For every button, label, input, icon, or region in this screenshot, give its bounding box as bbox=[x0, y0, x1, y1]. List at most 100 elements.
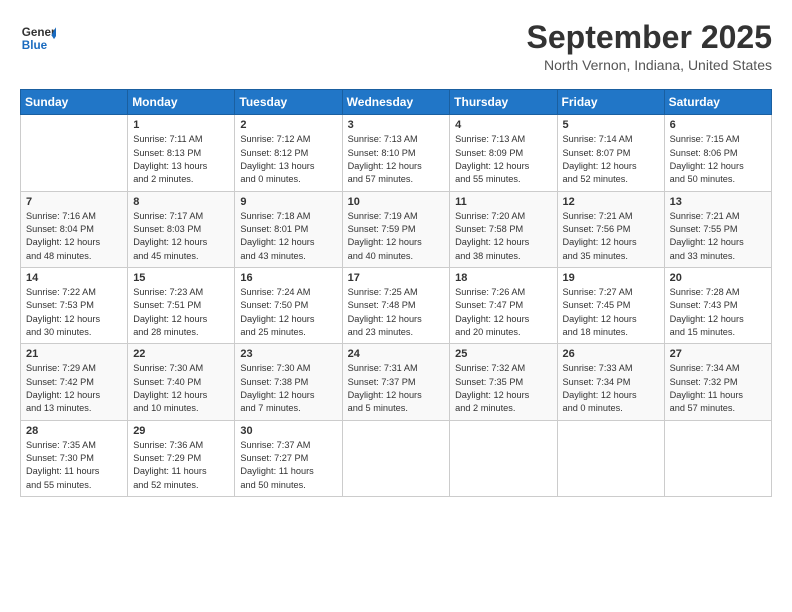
calendar-cell bbox=[450, 420, 557, 496]
calendar-cell: 4 Sunrise: 7:13 AMSunset: 8:09 PMDaylight… bbox=[450, 115, 557, 191]
day-number: 4 bbox=[455, 119, 551, 131]
day-number: 6 bbox=[670, 119, 766, 131]
day-info: Sunrise: 7:36 AMSunset: 7:29 PMDaylight:… bbox=[133, 439, 229, 492]
calendar-header-wednesday: Wednesday bbox=[342, 90, 450, 115]
calendar-cell: 12 Sunrise: 7:21 AMSunset: 7:56 PMDayligh… bbox=[557, 191, 664, 267]
calendar-header-sunday: Sunday bbox=[21, 90, 128, 115]
day-info: Sunrise: 7:25 AMSunset: 7:48 PMDaylight:… bbox=[348, 286, 445, 339]
svg-text:Blue: Blue bbox=[22, 39, 48, 52]
calendar-week-1: 1 Sunrise: 7:11 AMSunset: 8:13 PMDaylight… bbox=[21, 115, 772, 191]
day-info: Sunrise: 7:35 AMSunset: 7:30 PMDaylight:… bbox=[26, 439, 122, 492]
calendar-cell: 19Sunrise: 7:27 AMSunset: 7:45 PMDayligh… bbox=[557, 267, 664, 343]
title-block: September 2025 North Vernon, Indiana, Un… bbox=[527, 20, 772, 73]
day-info: Sunrise: 7:14 AMSunset: 8:07 PMDaylight:… bbox=[563, 133, 659, 186]
calendar-cell: 20Sunrise: 7:28 AMSunset: 7:43 PMDayligh… bbox=[664, 267, 771, 343]
day-info: Sunrise: 7:32 AMSunset: 7:35 PMDaylight:… bbox=[455, 362, 551, 415]
day-info: Sunrise: 7:28 AMSunset: 7:43 PMDaylight:… bbox=[670, 286, 766, 339]
day-info: Sunrise: 7:20 AMSunset: 7:58 PMDaylight:… bbox=[455, 210, 551, 263]
day-info: Sunrise: 7:30 AMSunset: 7:38 PMDaylight:… bbox=[240, 362, 336, 415]
calendar-header-saturday: Saturday bbox=[664, 90, 771, 115]
calendar-cell: 24Sunrise: 7:31 AMSunset: 7:37 PMDayligh… bbox=[342, 344, 450, 420]
calendar-week-2: 7Sunrise: 7:16 AMSunset: 8:04 PMDaylight… bbox=[21, 191, 772, 267]
day-info: Sunrise: 7:13 AMSunset: 8:10 PMDaylight:… bbox=[348, 133, 445, 186]
calendar-header-monday: Monday bbox=[128, 90, 235, 115]
day-number: 9 bbox=[240, 196, 336, 208]
day-number: 18 bbox=[455, 272, 551, 284]
calendar-cell: 6 Sunrise: 7:15 AMSunset: 8:06 PMDaylight… bbox=[664, 115, 771, 191]
day-info: Sunrise: 7:11 AMSunset: 8:13 PMDaylight:… bbox=[133, 133, 229, 186]
day-info: Sunrise: 7:21 AMSunset: 7:55 PMDaylight:… bbox=[670, 210, 766, 263]
calendar-cell: 25Sunrise: 7:32 AMSunset: 7:35 PMDayligh… bbox=[450, 344, 557, 420]
day-info: Sunrise: 7:22 AMSunset: 7:53 PMDaylight:… bbox=[26, 286, 122, 339]
calendar-header-thursday: Thursday bbox=[450, 90, 557, 115]
calendar-week-4: 21Sunrise: 7:29 AMSunset: 7:42 PMDayligh… bbox=[21, 344, 772, 420]
day-number: 10 bbox=[348, 196, 445, 208]
day-number: 12 bbox=[563, 196, 659, 208]
calendar-header-row: SundayMondayTuesdayWednesdayThursdayFrid… bbox=[21, 90, 772, 115]
day-info: Sunrise: 7:18 AMSunset: 8:01 PMDaylight:… bbox=[240, 210, 336, 263]
calendar-week-5: 28 Sunrise: 7:35 AMSunset: 7:30 PMDayligh… bbox=[21, 420, 772, 496]
day-number: 2 bbox=[240, 119, 336, 131]
day-number: 22 bbox=[133, 348, 229, 360]
calendar-cell: 15 Sunrise: 7:23 AMSunset: 7:51 PMDayligh… bbox=[128, 267, 235, 343]
day-number: 28 bbox=[26, 425, 122, 437]
calendar-cell: 2 Sunrise: 7:12 AMSunset: 8:12 PMDaylight… bbox=[235, 115, 342, 191]
day-number: 21 bbox=[26, 348, 122, 360]
day-number: 14 bbox=[26, 272, 122, 284]
day-number: 5 bbox=[563, 119, 659, 131]
day-info: Sunrise: 7:30 AMSunset: 7:40 PMDaylight:… bbox=[133, 362, 229, 415]
day-info: Sunrise: 7:17 AMSunset: 8:03 PMDaylight:… bbox=[133, 210, 229, 263]
calendar-cell: 11 Sunrise: 7:20 AMSunset: 7:58 PMDayligh… bbox=[450, 191, 557, 267]
calendar-cell: 14 Sunrise: 7:22 AMSunset: 7:53 PMDayligh… bbox=[21, 267, 128, 343]
calendar-cell: 21Sunrise: 7:29 AMSunset: 7:42 PMDayligh… bbox=[21, 344, 128, 420]
day-info: Sunrise: 7:33 AMSunset: 7:34 PMDaylight:… bbox=[563, 362, 659, 415]
svg-text:General: General bbox=[22, 26, 56, 39]
calendar-table: SundayMondayTuesdayWednesdayThursdayFrid… bbox=[20, 89, 772, 497]
day-info: Sunrise: 7:12 AMSunset: 8:12 PMDaylight:… bbox=[240, 133, 336, 186]
day-info: Sunrise: 7:13 AMSunset: 8:09 PMDaylight:… bbox=[455, 133, 551, 186]
calendar-cell: 30Sunrise: 7:37 AMSunset: 7:27 PMDayligh… bbox=[235, 420, 342, 496]
day-number: 11 bbox=[455, 196, 551, 208]
day-number: 27 bbox=[670, 348, 766, 360]
day-info: Sunrise: 7:24 AMSunset: 7:50 PMDaylight:… bbox=[240, 286, 336, 339]
calendar-cell: 3 Sunrise: 7:13 AMSunset: 8:10 PMDaylight… bbox=[342, 115, 450, 191]
day-number: 3 bbox=[348, 119, 445, 131]
calendar-header-friday: Friday bbox=[557, 90, 664, 115]
day-info: Sunrise: 7:37 AMSunset: 7:27 PMDaylight:… bbox=[240, 439, 336, 492]
calendar-cell: 13Sunrise: 7:21 AMSunset: 7:55 PMDayligh… bbox=[664, 191, 771, 267]
day-info: Sunrise: 7:31 AMSunset: 7:37 PMDaylight:… bbox=[348, 362, 445, 415]
calendar-cell: 16 Sunrise: 7:24 AMSunset: 7:50 PMDayligh… bbox=[235, 267, 342, 343]
calendar-cell: 10 Sunrise: 7:19 AMSunset: 7:59 PMDayligh… bbox=[342, 191, 450, 267]
day-number: 26 bbox=[563, 348, 659, 360]
day-info: Sunrise: 7:15 AMSunset: 8:06 PMDaylight:… bbox=[670, 133, 766, 186]
day-number: 15 bbox=[133, 272, 229, 284]
day-info: Sunrise: 7:34 AMSunset: 7:32 PMDaylight:… bbox=[670, 362, 766, 415]
calendar-cell: 5 Sunrise: 7:14 AMSunset: 8:07 PMDaylight… bbox=[557, 115, 664, 191]
calendar-cell bbox=[664, 420, 771, 496]
calendar-cell: 17 Sunrise: 7:25 AMSunset: 7:48 PMDayligh… bbox=[342, 267, 450, 343]
day-info: Sunrise: 7:16 AMSunset: 8:04 PMDaylight:… bbox=[26, 210, 122, 263]
calendar-week-3: 14 Sunrise: 7:22 AMSunset: 7:53 PMDayligh… bbox=[21, 267, 772, 343]
location-title: North Vernon, Indiana, United States bbox=[527, 57, 772, 73]
logo: General Blue bbox=[20, 20, 56, 56]
calendar-cell: 28 Sunrise: 7:35 AMSunset: 7:30 PMDayligh… bbox=[21, 420, 128, 496]
day-number: 16 bbox=[240, 272, 336, 284]
day-number: 1 bbox=[133, 119, 229, 131]
day-info: Sunrise: 7:19 AMSunset: 7:59 PMDaylight:… bbox=[348, 210, 445, 263]
calendar-cell: 23 Sunrise: 7:30 AMSunset: 7:38 PMDayligh… bbox=[235, 344, 342, 420]
day-number: 23 bbox=[240, 348, 336, 360]
day-info: Sunrise: 7:27 AMSunset: 7:45 PMDaylight:… bbox=[563, 286, 659, 339]
calendar-cell bbox=[342, 420, 450, 496]
calendar-cell: 1 Sunrise: 7:11 AMSunset: 8:13 PMDaylight… bbox=[128, 115, 235, 191]
calendar-cell: 29 Sunrise: 7:36 AMSunset: 7:29 PMDayligh… bbox=[128, 420, 235, 496]
calendar-cell bbox=[557, 420, 664, 496]
month-title: September 2025 bbox=[527, 20, 772, 55]
day-number: 29 bbox=[133, 425, 229, 437]
calendar-cell: 8Sunrise: 7:17 AMSunset: 8:03 PMDaylight… bbox=[128, 191, 235, 267]
day-info: Sunrise: 7:23 AMSunset: 7:51 PMDaylight:… bbox=[133, 286, 229, 339]
calendar-cell: 9 Sunrise: 7:18 AMSunset: 8:01 PMDaylight… bbox=[235, 191, 342, 267]
day-info: Sunrise: 7:21 AMSunset: 7:56 PMDaylight:… bbox=[563, 210, 659, 263]
day-number: 17 bbox=[348, 272, 445, 284]
calendar-cell: 27 Sunrise: 7:34 AMSunset: 7:32 PMDayligh… bbox=[664, 344, 771, 420]
page-header: General Blue September 2025 North Vernon… bbox=[20, 20, 772, 73]
